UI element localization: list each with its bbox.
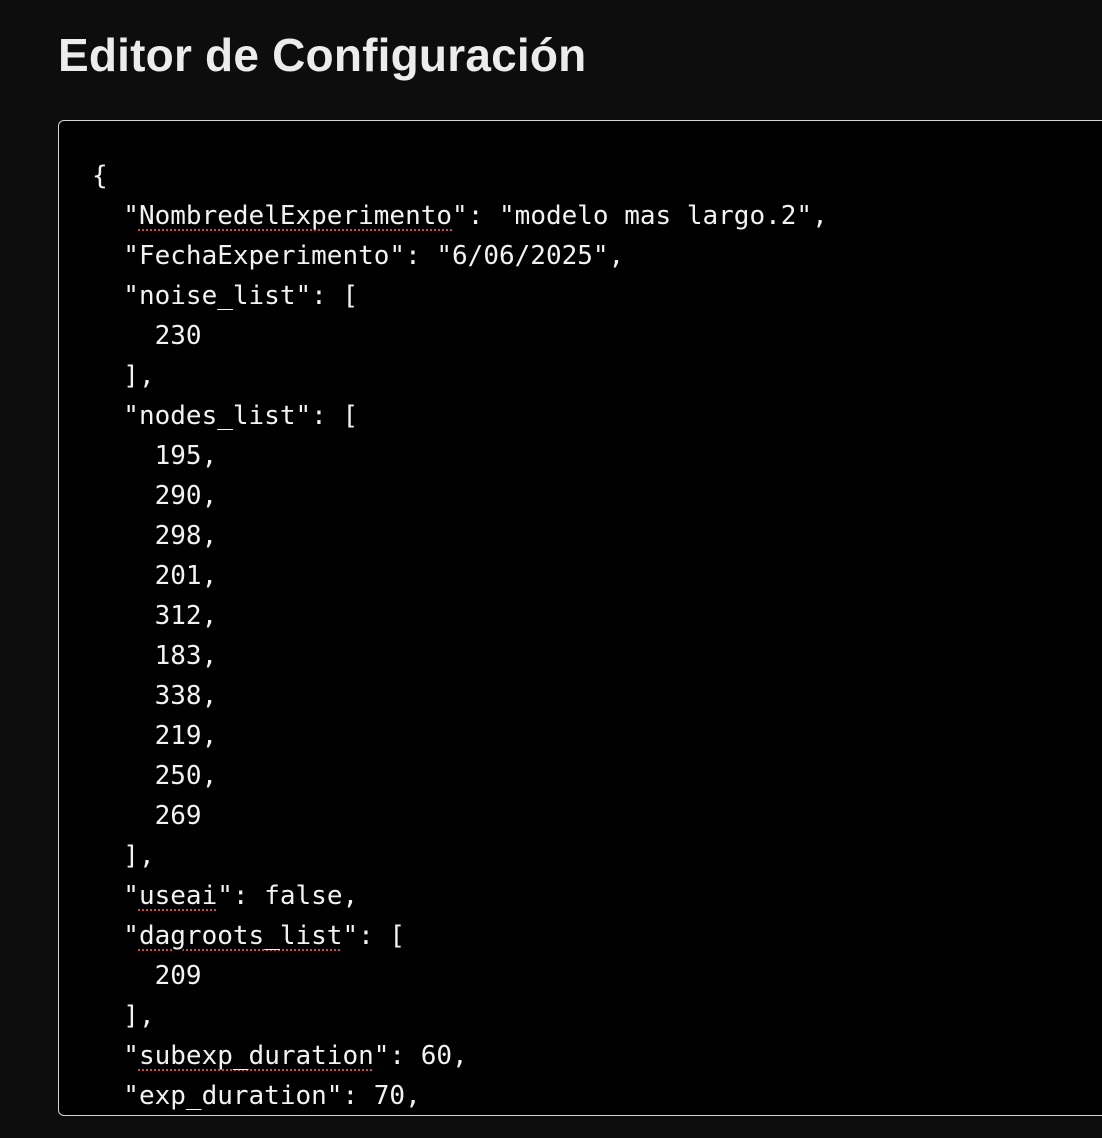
code-line: 209 — [92, 956, 828, 996]
code-text: ": false, — [217, 881, 359, 911]
code-text: 209 — [92, 961, 202, 991]
spellcheck-flagged-word: subexp_duration — [138, 1041, 374, 1071]
code-line: 312, — [92, 596, 828, 636]
code-text: "nodes_list": [ — [92, 401, 359, 431]
code-text: 219, — [92, 721, 218, 751]
spellcheck-flagged-word: useai — [138, 881, 218, 911]
code-line: ], — [92, 996, 828, 1036]
code-text: ], — [92, 361, 155, 391]
spellcheck-flagged-word: dagroots_list — [138, 921, 343, 951]
code-line: 230 — [92, 316, 828, 356]
code-text: 338, — [92, 681, 218, 711]
code-line: "exp_duration": 70, — [92, 1076, 828, 1115]
code-line: 219, — [92, 716, 828, 756]
code-text: "exp_duration": 70, — [92, 1081, 421, 1111]
code-text: { — [92, 161, 108, 191]
code-text: ": "modelo mas largo.2", — [452, 201, 828, 231]
code-line: "NombredelExperimento": "modelo mas larg… — [92, 196, 828, 236]
code-text: 312, — [92, 601, 218, 631]
code-line: 338, — [92, 676, 828, 716]
code-text: " — [92, 1041, 139, 1071]
code-text: "FechaExperimento": "6/06/2025", — [92, 241, 625, 271]
code-line: "nodes_list": [ — [92, 396, 828, 436]
code-text: 195, — [92, 441, 218, 471]
code-line: "FechaExperimento": "6/06/2025", — [92, 236, 828, 276]
code-text: " — [92, 881, 139, 911]
code-line: "subexp_duration": 60, — [92, 1036, 828, 1076]
code-text: " — [92, 921, 139, 951]
code-line: "dagroots_list": [ — [92, 916, 828, 956]
code-line: 195, — [92, 436, 828, 476]
page-title: Editor de Configuración — [58, 29, 587, 81]
code-line: "noise_list": [ — [92, 276, 828, 316]
code-line: "useai": false, — [92, 876, 828, 916]
code-text: 201, — [92, 561, 218, 591]
code-text: 298, — [92, 521, 218, 551]
code-text: 183, — [92, 641, 218, 671]
code-text: 290, — [92, 481, 218, 511]
code-text: 250, — [92, 761, 218, 791]
code-line: 250, — [92, 756, 828, 796]
code-text: ], — [92, 1001, 155, 1031]
spellcheck-flagged-word: NombredelExperimento — [138, 201, 453, 231]
code-line: 298, — [92, 516, 828, 556]
code-text: " — [92, 201, 139, 231]
code-line: 290, — [92, 476, 828, 516]
code-line: 201, — [92, 556, 828, 596]
code-line: 183, — [92, 636, 828, 676]
code-text: ": 60, — [373, 1041, 468, 1071]
code-line: ], — [92, 836, 828, 876]
code-text: 230 — [92, 321, 202, 351]
code-line: 269 — [92, 796, 828, 836]
code-text: "noise_list": [ — [92, 281, 359, 311]
code-text: ": [ — [342, 921, 406, 951]
code-line: ], — [92, 356, 828, 396]
code-line: { — [92, 156, 828, 196]
config-editor[interactable]: { "NombredelExperimento": "modelo mas la… — [58, 120, 1102, 1116]
json-code-area[interactable]: { "NombredelExperimento": "modelo mas la… — [92, 156, 828, 1115]
code-text: ], — [92, 841, 155, 871]
code-text: 269 — [92, 801, 202, 831]
